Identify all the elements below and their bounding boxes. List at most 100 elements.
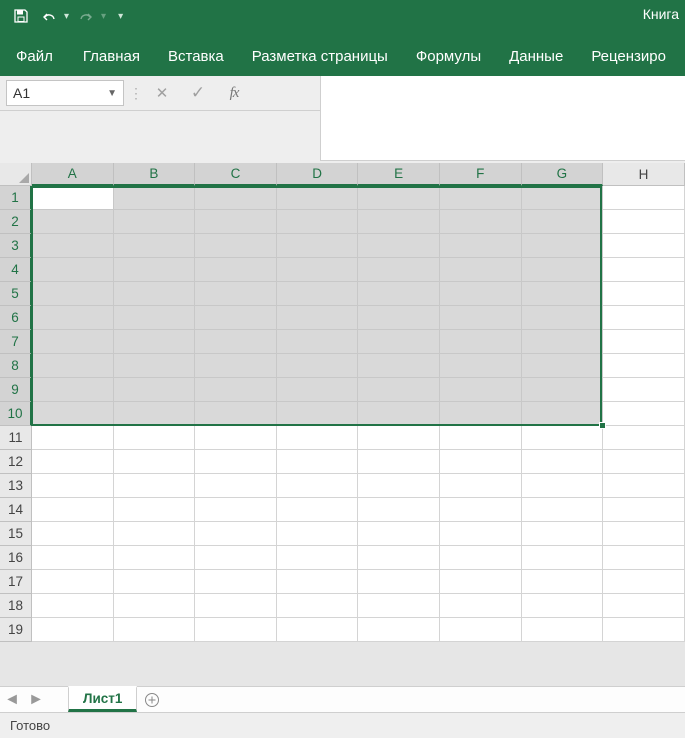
cell[interactable] — [522, 186, 604, 210]
row-header[interactable]: 10 — [0, 402, 32, 426]
cell[interactable] — [277, 402, 359, 426]
cell[interactable] — [277, 546, 359, 570]
cell[interactable] — [32, 402, 114, 426]
cell[interactable] — [440, 426, 522, 450]
sheet-tab-1[interactable]: Лист1 — [68, 686, 137, 712]
cell[interactable] — [195, 522, 277, 546]
cell[interactable] — [358, 594, 440, 618]
cell[interactable] — [195, 330, 277, 354]
cell[interactable] — [358, 282, 440, 306]
add-sheet-button[interactable] — [137, 692, 167, 708]
cell[interactable] — [358, 546, 440, 570]
cell[interactable] — [440, 210, 522, 234]
row-header[interactable]: 8 — [0, 354, 32, 378]
cell[interactable] — [32, 450, 114, 474]
cell[interactable] — [522, 402, 604, 426]
cell[interactable] — [277, 306, 359, 330]
tab-file[interactable]: Файл — [0, 32, 69, 76]
cell[interactable] — [195, 474, 277, 498]
row-header[interactable]: 4 — [0, 258, 32, 282]
cell[interactable] — [277, 450, 359, 474]
cell[interactable] — [195, 210, 277, 234]
cell[interactable] — [440, 474, 522, 498]
cell[interactable] — [114, 282, 196, 306]
cell[interactable] — [440, 282, 522, 306]
cell[interactable] — [440, 522, 522, 546]
cell[interactable] — [358, 234, 440, 258]
column-header[interactable]: B — [114, 163, 196, 186]
cell[interactable] — [277, 570, 359, 594]
cell[interactable] — [440, 378, 522, 402]
row-header[interactable]: 16 — [0, 546, 32, 570]
cell[interactable] — [277, 210, 359, 234]
cell[interactable] — [195, 594, 277, 618]
cell[interactable] — [358, 498, 440, 522]
cell[interactable] — [195, 234, 277, 258]
cell[interactable] — [195, 306, 277, 330]
cell[interactable] — [32, 546, 114, 570]
column-header[interactable]: F — [440, 163, 522, 186]
cell[interactable] — [32, 186, 114, 210]
cell[interactable] — [277, 282, 359, 306]
cell[interactable] — [114, 402, 196, 426]
cell[interactable] — [32, 618, 114, 642]
cell[interactable] — [32, 474, 114, 498]
cell[interactable] — [603, 354, 685, 378]
cell[interactable] — [32, 234, 114, 258]
column-header[interactable]: A — [32, 163, 114, 186]
cell[interactable] — [195, 450, 277, 474]
cell[interactable] — [32, 330, 114, 354]
cell[interactable] — [358, 522, 440, 546]
cell[interactable] — [114, 618, 196, 642]
cell[interactable] — [358, 354, 440, 378]
column-header[interactable]: H — [603, 163, 685, 186]
cell[interactable] — [277, 234, 359, 258]
redo-button[interactable] — [75, 5, 97, 27]
cell[interactable] — [277, 474, 359, 498]
cell[interactable] — [358, 378, 440, 402]
cell[interactable] — [114, 330, 196, 354]
row-header[interactable]: 14 — [0, 498, 32, 522]
cell[interactable] — [522, 450, 604, 474]
cell[interactable] — [277, 594, 359, 618]
cell[interactable] — [522, 546, 604, 570]
cell[interactable] — [277, 186, 359, 210]
cell[interactable] — [522, 378, 604, 402]
row-header[interactable]: 7 — [0, 330, 32, 354]
cell[interactable] — [114, 594, 196, 618]
cell[interactable] — [358, 450, 440, 474]
cell[interactable] — [358, 570, 440, 594]
name-box[interactable]: A1 ▼ — [6, 80, 124, 106]
cell[interactable] — [114, 186, 196, 210]
cell[interactable] — [32, 354, 114, 378]
cell[interactable] — [32, 378, 114, 402]
cell[interactable] — [277, 522, 359, 546]
cell[interactable] — [114, 570, 196, 594]
cell[interactable] — [32, 426, 114, 450]
row-header[interactable]: 13 — [0, 474, 32, 498]
cell[interactable] — [114, 450, 196, 474]
cell[interactable] — [603, 330, 685, 354]
tab-review[interactable]: Рецензиро — [577, 32, 680, 76]
cell[interactable] — [522, 618, 604, 642]
cell[interactable] — [32, 570, 114, 594]
cell[interactable] — [277, 426, 359, 450]
cell[interactable] — [440, 570, 522, 594]
column-header[interactable]: G — [522, 163, 604, 186]
row-header[interactable]: 3 — [0, 234, 32, 258]
cell[interactable] — [195, 402, 277, 426]
formula-input[interactable] — [320, 76, 685, 161]
cell[interactable] — [114, 522, 196, 546]
row-header[interactable]: 9 — [0, 378, 32, 402]
cell[interactable] — [195, 282, 277, 306]
cell[interactable] — [440, 618, 522, 642]
cell[interactable] — [277, 498, 359, 522]
spreadsheet-grid[interactable]: ABCDEFGH 12345678910111213141516171819 — [0, 163, 685, 642]
row-header[interactable]: 12 — [0, 450, 32, 474]
cell[interactable] — [32, 210, 114, 234]
row-header[interactable]: 17 — [0, 570, 32, 594]
column-header[interactable]: C — [195, 163, 277, 186]
cell[interactable] — [603, 474, 685, 498]
column-header[interactable]: D — [277, 163, 359, 186]
cell[interactable] — [32, 498, 114, 522]
